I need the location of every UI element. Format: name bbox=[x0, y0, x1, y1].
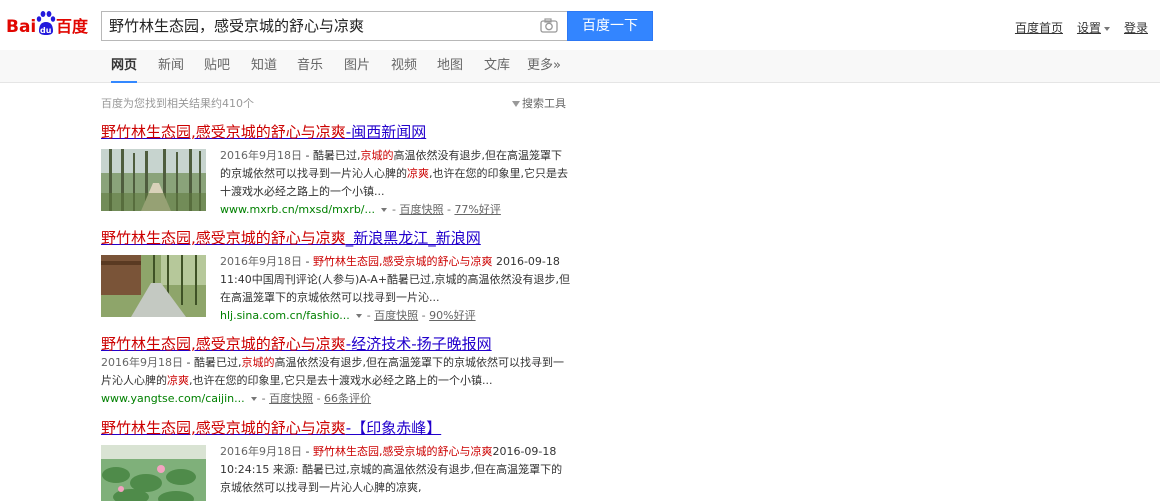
search-result: 野竹林生态园,感受京城的舒心与凉爽-经济技术-扬子晚报网 2016年9月18日 … bbox=[101, 335, 571, 408]
search-button[interactable]: 百度一下 bbox=[567, 11, 653, 41]
result-body: 2016年9月18日 - 酷暑已过,京城的高温依然没有退步,但在高温笼罩下的京城… bbox=[101, 147, 571, 219]
rating-link[interactable]: 77%好评 bbox=[454, 203, 500, 216]
camera-icon[interactable] bbox=[540, 18, 558, 34]
result-thumbnail[interactable] bbox=[101, 149, 206, 211]
filter-icon bbox=[512, 101, 520, 107]
tab-tieba[interactable]: 贴吧 bbox=[204, 50, 230, 83]
result-body: 2016年9月18日 - 野竹林生态园,感受京城的舒心与凉爽2016-09-18… bbox=[101, 443, 571, 501]
svg-text:du: du bbox=[40, 26, 52, 35]
result-snippet: 2016年9月18日 - 酷暑已过,京城的高温依然没有退步,但在高温笼罩下的京城… bbox=[220, 149, 568, 198]
result-body: 2016年9月18日 - 野竹林生态园,感受京城的舒心与凉爽 2016-09-1… bbox=[101, 253, 571, 325]
chevron-down-icon bbox=[1103, 26, 1110, 31]
tab-video[interactable]: 视频 bbox=[391, 50, 417, 83]
tab-images[interactable]: 图片 bbox=[344, 50, 370, 83]
result-snippet: 2016年9月18日 - 野竹林生态园,感受京城的舒心与凉爽 2016-09-1… bbox=[220, 255, 571, 304]
header: Bai du 百度 百度一下 百度首页设置 登录 bbox=[0, 0, 1160, 50]
result-url[interactable]: www.yangtse.com/caijin... bbox=[101, 392, 245, 405]
tab-web[interactable]: 网页 bbox=[111, 50, 138, 83]
result-title-link[interactable]: 野竹林生态园,感受京城的舒心与凉爽-闽西新闻网 bbox=[101, 123, 571, 141]
result-url-line: hlj.sina.com.cn/fashio... - 百度快照 - 90%好评 bbox=[220, 309, 476, 322]
login-link[interactable]: 登录 bbox=[1124, 21, 1148, 35]
result-snippet: 2016年9月18日 - 酷暑已过,京城的高温依然没有退步,但在高温笼罩下的京城… bbox=[101, 356, 564, 387]
baidu-logo[interactable]: Bai du 百度 bbox=[6, 9, 94, 41]
search-tools-label: 搜索工具 bbox=[522, 97, 566, 110]
svg-text:Bai: Bai bbox=[6, 17, 36, 37]
result-body: 2016年9月18日 - 酷暑已过,京城的高温依然没有退步,但在高温笼罩下的京城… bbox=[101, 354, 571, 408]
chevron-down-icon[interactable] bbox=[355, 314, 362, 318]
result-title-link[interactable]: 野竹林生态园,感受京城的舒心与凉爽_新浪黑龙江_新浪网 bbox=[101, 229, 571, 247]
search-box bbox=[101, 11, 567, 41]
result-url[interactable]: hlj.sina.com.cn/fashio... bbox=[220, 309, 350, 322]
tab-more[interactable]: 更多» bbox=[527, 50, 561, 83]
search-input[interactable] bbox=[109, 12, 529, 40]
tabs-bar: 网页 新闻 贴吧 知道 音乐 图片 视频 地图 文库 更多» bbox=[0, 50, 1160, 83]
tab-wenku[interactable]: 文库 bbox=[484, 50, 510, 83]
result-title-link[interactable]: 野竹林生态园,感受京城的舒心与凉爽-【印象赤峰】 bbox=[101, 419, 571, 437]
result-url-line: www.mxrb.cn/mxsd/mxrb/... - 百度快照 - 77%好评 bbox=[220, 203, 501, 216]
search-result: 野竹林生态园,感受京城的舒心与凉爽-【印象赤峰】 2016年9月18日 - 野竹… bbox=[101, 419, 571, 501]
settings-label: 设置 bbox=[1076, 21, 1101, 35]
tab-zhidao[interactable]: 知道 bbox=[251, 50, 277, 83]
rating-link[interactable]: 66条评价 bbox=[324, 392, 371, 405]
snapshot-link[interactable]: 百度快照 bbox=[269, 392, 313, 405]
search-tools-button[interactable]: 搜索工具 bbox=[512, 95, 566, 111]
settings-link[interactable]: 设置 bbox=[1077, 21, 1110, 35]
chevron-down-icon[interactable] bbox=[250, 397, 257, 401]
home-link[interactable]: 百度首页 bbox=[1015, 21, 1063, 35]
result-title-link[interactable]: 野竹林生态园,感受京城的舒心与凉爽-经济技术-扬子晚报网 bbox=[101, 335, 571, 353]
tab-news[interactable]: 新闻 bbox=[158, 50, 184, 83]
rating-link[interactable]: 90%好评 bbox=[429, 309, 475, 322]
result-url[interactable]: www.mxrb.cn/mxsd/mxrb/... bbox=[220, 203, 375, 216]
result-url-line: www.yangtse.com/caijin... - 百度快照 - 66条评价 bbox=[101, 392, 372, 405]
result-count: 百度为您找到相关结果约410个 bbox=[101, 97, 254, 110]
search-result: 野竹林生态园,感受京城的舒心与凉爽_新浪黑龙江_新浪网 2016年9月18日 -… bbox=[101, 229, 571, 325]
result-snippet: 2016年9月18日 - 野竹林生态园,感受京城的舒心与凉爽2016-09-18… bbox=[220, 445, 563, 494]
tab-music[interactable]: 音乐 bbox=[297, 50, 323, 83]
result-thumbnail[interactable] bbox=[101, 255, 206, 317]
top-links: 百度首页 设置 登录 bbox=[1001, 19, 1148, 36]
snapshot-link[interactable]: 百度快照 bbox=[399, 203, 443, 216]
svg-text:百度: 百度 bbox=[56, 17, 89, 36]
chevron-down-icon[interactable] bbox=[381, 208, 387, 212]
result-thumbnail[interactable] bbox=[101, 445, 206, 501]
search-result: 野竹林生态园,感受京城的舒心与凉爽-闽西新闻网 2016年9月18日 - 酷暑已… bbox=[101, 123, 571, 219]
snapshot-link[interactable]: 百度快照 bbox=[374, 309, 418, 322]
tab-map[interactable]: 地图 bbox=[437, 50, 463, 83]
